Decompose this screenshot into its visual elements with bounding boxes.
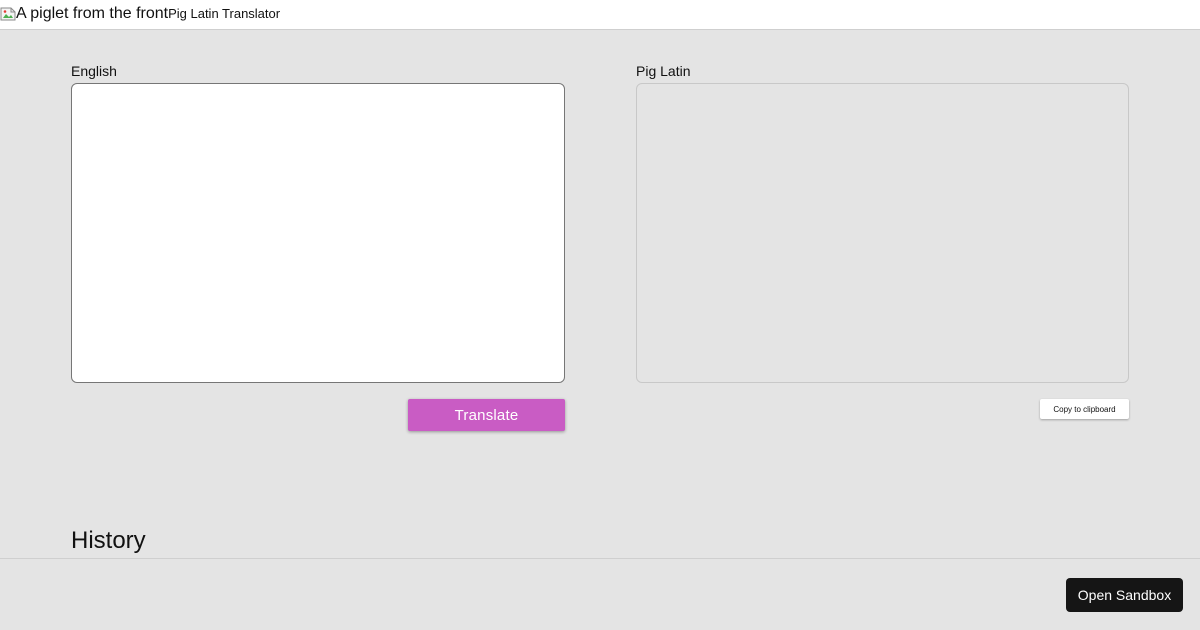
history-heading: History: [71, 527, 146, 554]
open-sandbox-button[interactable]: Open Sandbox: [1066, 578, 1183, 612]
footer-bar: [0, 558, 1200, 630]
translate-button[interactable]: Translate: [408, 399, 565, 431]
app-title: Pig Latin Translator: [168, 6, 281, 21]
pig-latin-output[interactable]: [636, 83, 1129, 383]
pig-latin-label: Pig Latin: [636, 63, 691, 79]
logo: A piglet from the front Pig Latin Transl…: [0, 5, 280, 23]
broken-image-icon: [0, 6, 16, 22]
english-label: English: [71, 63, 117, 79]
copy-to-clipboard-button[interactable]: Copy to clipboard: [1040, 399, 1129, 419]
logo-alt-text: A piglet from the front: [16, 5, 169, 22]
english-input[interactable]: [71, 83, 565, 383]
header-bar: A piglet from the front Pig Latin Transl…: [0, 0, 1200, 30]
